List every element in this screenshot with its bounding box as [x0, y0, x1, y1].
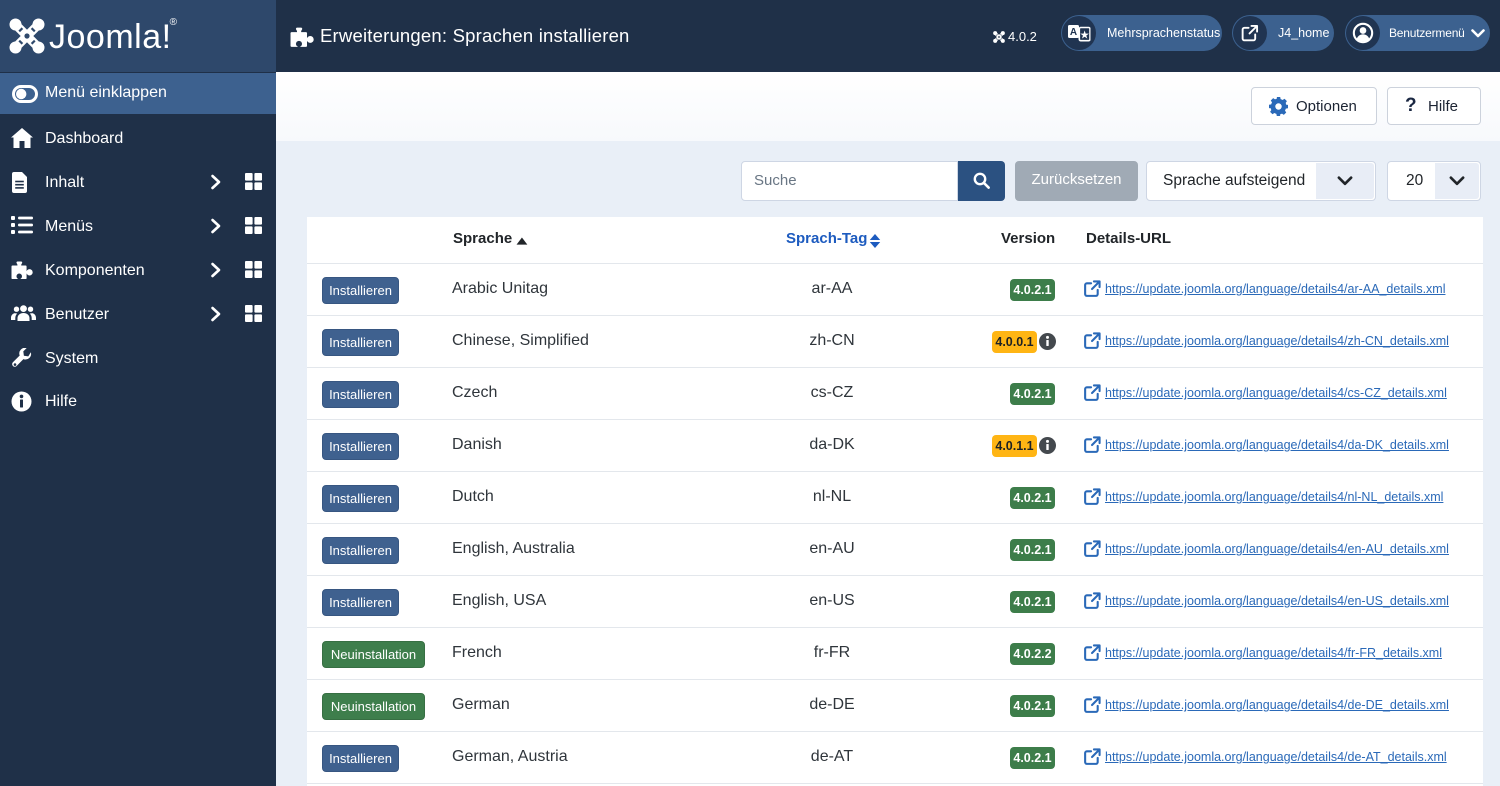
svg-text:A: A — [1070, 27, 1077, 38]
svg-text:★: ★ — [1080, 30, 1089, 41]
